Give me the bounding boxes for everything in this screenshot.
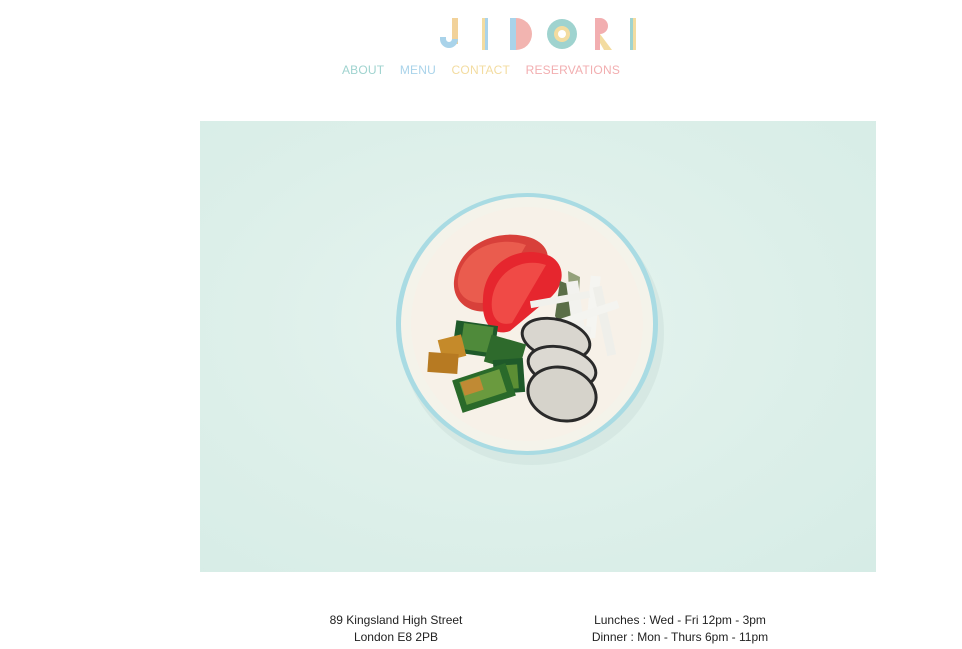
logo-icon	[440, 18, 636, 50]
address-line-2: London E8 2PB	[353, 630, 439, 644]
main-nav: ABOUT MENU CONTACT RESERVATIONS	[0, 63, 962, 77]
nav-about[interactable]: ABOUT	[342, 63, 384, 77]
address-block: 89 Kingsland High Street London E8 2PB	[296, 612, 496, 646]
nav-contact[interactable]: CONTACT	[452, 63, 511, 77]
opening-hours: Lunches : Wed - Fri 12pm - 3pm Dinner : …	[560, 612, 800, 646]
nav-reservations[interactable]: RESERVATIONS	[526, 63, 620, 77]
jidori-logo[interactable]: JIDORI	[438, 17, 640, 51]
hours-dinner: Dinner : Mon - Thurs 6pm - 11pm	[591, 630, 769, 644]
nav-menu[interactable]: MENU	[400, 63, 436, 77]
hours-lunch: Lunches : Wed - Fri 12pm - 3pm	[594, 613, 766, 627]
address-line-1: 89 Kingsland High Street	[329, 613, 463, 627]
hero-image	[200, 121, 876, 572]
food-plate-photo	[396, 193, 664, 465]
